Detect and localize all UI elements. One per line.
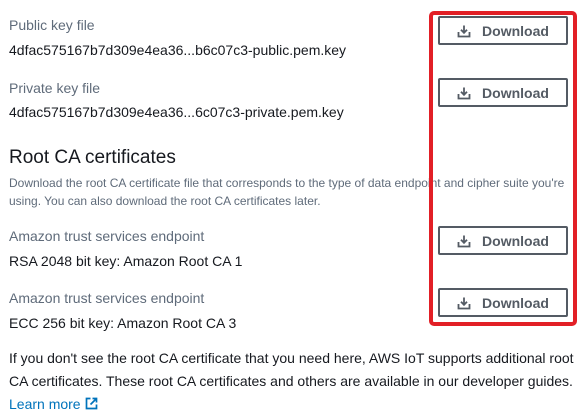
public-key-filename: 4dfac575167b7d309e4ea36...b6c07c3-public… <box>9 42 347 58</box>
download-icon <box>457 86 471 100</box>
root-ca-3-label: Amazon trust services endpoint <box>9 290 205 306</box>
private-key-filename: 4dfac575167b7d309e4ea36...6c07c3-private… <box>9 104 344 120</box>
download-private-key-button[interactable]: Download <box>438 78 568 107</box>
learn-more-label: Learn more <box>9 396 81 412</box>
root-ca-1-label: Amazon trust services endpoint <box>9 228 205 244</box>
private-key-label: Private key file <box>9 80 101 96</box>
download-root-ca-1-button[interactable]: Download <box>438 226 568 255</box>
download-root-ca-3-button[interactable]: Download <box>438 288 568 317</box>
learn-more-link[interactable]: Learn more <box>9 396 98 412</box>
download-button-label: Download <box>482 294 549 311</box>
root-ca-1-value: RSA 2048 bit key: Amazon Root CA 1 <box>9 253 243 269</box>
root-ca-description: Download the root CA certificate file th… <box>9 176 565 208</box>
download-icon <box>457 296 471 310</box>
download-icon <box>457 234 471 248</box>
download-buttons-highlight <box>429 11 577 326</box>
download-button-label: Download <box>482 22 549 39</box>
public-key-label: Public key file <box>9 17 95 33</box>
download-public-key-button[interactable]: Download <box>438 16 568 45</box>
download-button-label: Download <box>482 84 549 101</box>
external-link-icon <box>85 397 98 410</box>
root-ca-heading: Root CA certificates <box>9 147 176 168</box>
root-ca-footer-note: If you don't see the root CA certificate… <box>9 347 579 416</box>
footer-text: If you don't see the root CA certificate… <box>9 350 574 389</box>
certificate-download-panel: Public key file 4dfac575167b7d309e4ea36.… <box>0 0 587 420</box>
download-button-label: Download <box>482 232 549 249</box>
download-icon <box>457 24 471 38</box>
root-ca-3-value: ECC 256 bit key: Amazon Root CA 3 <box>9 315 237 331</box>
